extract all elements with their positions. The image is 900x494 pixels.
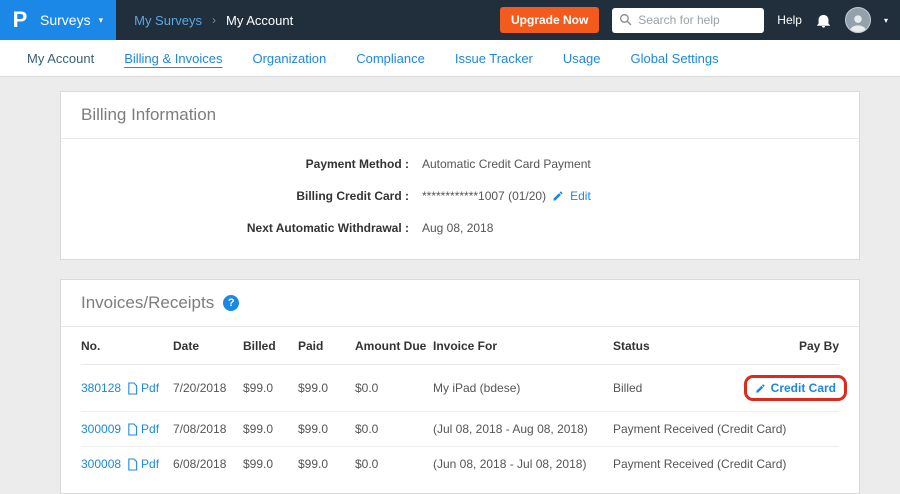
billing-card-title: Billing Information	[81, 105, 216, 125]
pdf-file-icon	[127, 423, 138, 436]
tab-my-account[interactable]: My Account	[12, 51, 109, 66]
header-date: Date	[173, 339, 243, 353]
invoice-billed: $99.0	[243, 457, 298, 471]
billing-details: Payment Method : Automatic Credit Card P…	[61, 139, 859, 259]
invoice-for: My iPad (bdese)	[433, 381, 613, 395]
payment-method-label: Payment Method :	[81, 157, 409, 171]
next-withdrawal-row: Next Automatic Withdrawal : Aug 08, 2018	[81, 221, 839, 235]
payment-method-value: Automatic Credit Card Payment	[422, 157, 591, 171]
tab-billing-invoices[interactable]: Billing & Invoices	[109, 51, 237, 66]
invoice-number-cell: 380128 Pdf	[81, 381, 173, 395]
help-link[interactable]: Help	[777, 13, 802, 27]
tab-issue-tracker[interactable]: Issue Tracker	[440, 51, 548, 66]
pdf-file-icon	[127, 382, 138, 395]
table-row: 380128 Pdf 7/20/2018 $99.0 $99.0 $0.0 My…	[81, 365, 839, 412]
edit-pencil-icon	[755, 383, 766, 394]
top-bar: P Surveys ▾ My Surveys › My Account Upgr…	[0, 0, 900, 40]
invoice-paid: $99.0	[298, 422, 355, 436]
search-input[interactable]	[612, 8, 764, 33]
invoice-number-link[interactable]: 380128	[81, 381, 121, 395]
product-name: Surveys	[40, 12, 91, 28]
header-amount-due: Amount Due	[355, 339, 433, 353]
header-status: Status	[613, 339, 727, 353]
header-pay-by: Pay By	[799, 339, 839, 353]
billing-information-card: Billing Information Payment Method : Aut…	[60, 91, 860, 260]
invoice-for: (Jun 08, 2018 - Jul 08, 2018)	[433, 457, 613, 471]
pdf-download-link[interactable]: Pdf	[127, 422, 159, 436]
tab-organization[interactable]: Organization	[237, 51, 341, 66]
invoice-billed: $99.0	[243, 422, 298, 436]
pdf-download-link[interactable]: Pdf	[127, 457, 159, 471]
invoice-billed: $99.0	[243, 381, 298, 395]
upgrade-now-button[interactable]: Upgrade Now	[500, 7, 599, 33]
invoice-status: Payment Received (Credit Card)	[613, 422, 727, 436]
user-avatar[interactable]	[845, 7, 871, 33]
payment-method-row: Payment Method : Automatic Credit Card P…	[81, 157, 839, 171]
next-withdrawal-label: Next Automatic Withdrawal :	[81, 221, 409, 235]
billing-credit-card-label: Billing Credit Card :	[81, 189, 409, 203]
brand-logo: P	[0, 7, 40, 33]
search-icon	[619, 13, 632, 31]
invoices-table: No. Date Billed Paid Amount Due Invoice …	[61, 327, 859, 493]
invoices-card-title: Invoices/Receipts	[81, 293, 214, 313]
invoice-number-link[interactable]: 300008	[81, 457, 121, 471]
invoice-amount-due: $0.0	[355, 422, 433, 436]
notifications-bell-icon[interactable]	[815, 12, 832, 29]
header-billed: Billed	[243, 339, 298, 353]
invoice-paid: $99.0	[298, 457, 355, 471]
invoice-amount-due: $0.0	[355, 381, 433, 395]
edit-credit-card-link[interactable]: Edit	[570, 189, 591, 203]
billing-credit-card-row: Billing Credit Card : ************1007 (…	[81, 189, 839, 203]
invoices-receipts-card: Invoices/Receipts ? No. Date Billed Paid…	[60, 279, 860, 494]
header-invoice-for: Invoice For	[433, 339, 613, 353]
product-switcher[interactable]: P Surveys ▾	[0, 0, 116, 40]
breadcrumb-my-surveys[interactable]: My Surveys	[134, 13, 202, 28]
invoice-number-link[interactable]: 300009	[81, 422, 121, 436]
pdf-file-icon	[127, 458, 138, 471]
main-content: Billing Information Payment Method : Aut…	[0, 77, 900, 494]
invoice-date: 6/08/2018	[173, 457, 243, 471]
invoice-pay-by-cell: Credit Card	[744, 375, 839, 401]
header-no: No.	[81, 339, 173, 353]
invoice-amount-due: $0.0	[355, 457, 433, 471]
topbar-right-group: Upgrade Now Help ▾	[500, 7, 900, 33]
invoice-paid: $99.0	[298, 381, 355, 395]
invoices-table-header: No. Date Billed Paid Amount Due Invoice …	[81, 327, 839, 365]
pdf-download-link[interactable]: Pdf	[127, 381, 159, 395]
invoices-card-header: Invoices/Receipts ?	[61, 280, 859, 327]
next-withdrawal-value: Aug 08, 2018	[422, 221, 493, 235]
invoice-number-cell: 300008 Pdf	[81, 457, 173, 471]
invoice-date: 7/08/2018	[173, 422, 243, 436]
invoice-date: 7/20/2018	[173, 381, 243, 395]
invoice-number-cell: 300009 Pdf	[81, 422, 173, 436]
pay-by-credit-card-link[interactable]: Credit Card	[771, 381, 836, 395]
help-search	[612, 8, 764, 33]
tab-global-settings[interactable]: Global Settings	[615, 51, 733, 66]
invoice-status: Payment Received (Credit Card)	[613, 457, 727, 471]
billing-card-header: Billing Information	[61, 92, 859, 139]
help-question-icon[interactable]: ?	[223, 295, 239, 311]
credit-card-number: ************1007 (01/20)	[422, 189, 546, 203]
billing-credit-card-value: ************1007 (01/20) Edit	[422, 189, 591, 203]
table-row: 300008 Pdf 6/08/2018 $99.0 $99.0 $0.0 (J…	[81, 447, 839, 481]
chevron-down-icon: ▾	[99, 15, 104, 26]
breadcrumb: My Surveys › My Account	[134, 13, 293, 28]
tab-compliance[interactable]: Compliance	[341, 51, 440, 66]
account-tabs: My Account Billing & Invoices Organizati…	[0, 40, 900, 77]
account-menu-chevron-icon[interactable]: ▾	[884, 16, 888, 25]
breadcrumb-separator-icon: ›	[212, 13, 216, 27]
header-paid: Paid	[298, 339, 355, 353]
edit-pencil-icon	[552, 190, 564, 202]
tab-usage[interactable]: Usage	[548, 51, 616, 66]
breadcrumb-my-account: My Account	[226, 13, 293, 28]
invoice-status: Billed	[613, 381, 727, 395]
invoice-for: (Jul 08, 2018 - Aug 08, 2018)	[433, 422, 613, 436]
annotation-highlight: Credit Card	[744, 375, 847, 401]
table-row: 300009 Pdf 7/08/2018 $99.0 $99.0 $0.0 (J…	[81, 412, 839, 447]
